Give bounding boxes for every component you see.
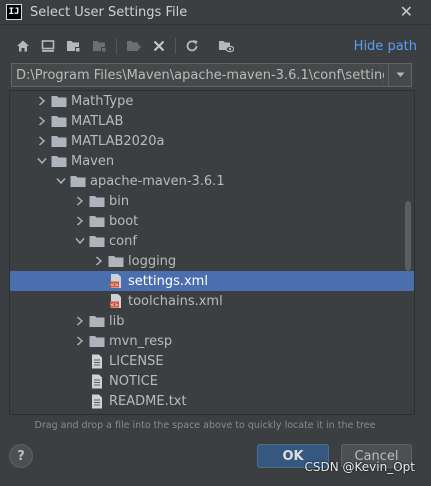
- xml-file-icon: <>: [107, 271, 125, 291]
- text-file-icon: [88, 391, 106, 411]
- tree-folder-row[interactable]: apache-maven-3.6.1: [10, 171, 414, 191]
- tree-item-label: settings.xml: [128, 273, 208, 289]
- tree-file-row[interactable]: NOTICE: [10, 371, 414, 391]
- toolbar-separator: [175, 38, 176, 54]
- chevron-right-icon[interactable]: [72, 331, 88, 351]
- show-hidden-icon[interactable]: [217, 37, 235, 55]
- tree-file-row[interactable]: LICENSE: [10, 351, 414, 371]
- tree-item-label: MATLAB2020a: [71, 133, 165, 149]
- desktop-icon[interactable]: [39, 37, 57, 55]
- toolbar-separator: [116, 38, 117, 54]
- tree-folder-row[interactable]: conf: [10, 231, 414, 251]
- folder-icon: [50, 131, 68, 151]
- folder-icon: [88, 191, 106, 211]
- tree-item-label: README.txt: [109, 393, 187, 409]
- chevron-down-icon[interactable]: [34, 151, 50, 171]
- folder-icon: [88, 231, 106, 251]
- chevron-down-icon[interactable]: [72, 231, 88, 251]
- csdn-watermark: CSDN @Kevin_Opt: [304, 460, 416, 474]
- tree-file-row[interactable]: <> settings.xml: [10, 271, 414, 291]
- tree-folder-row[interactable]: boot: [10, 211, 414, 231]
- tree-item-label: toolchains.xml: [128, 293, 223, 309]
- tree-folder-row[interactable]: MathType: [10, 91, 414, 111]
- help-button[interactable]: ?: [9, 444, 33, 468]
- tree-folder-row[interactable]: logging: [10, 251, 414, 271]
- folder-icon: [50, 111, 68, 131]
- new-folder-icon[interactable]: [124, 37, 142, 55]
- tree-folder-row[interactable]: mvn_resp: [10, 331, 414, 351]
- home-icon[interactable]: [14, 37, 32, 55]
- chevron-down-icon[interactable]: [53, 171, 69, 191]
- tree-item-label: LICENSE: [109, 353, 164, 369]
- svg-text:<>: <>: [110, 302, 118, 308]
- tree-item-label: conf: [109, 233, 137, 249]
- tree-item-label: Maven: [71, 153, 115, 169]
- folder-icon: [50, 91, 68, 111]
- delete-icon[interactable]: [150, 37, 168, 55]
- tree-item-label: MathType: [71, 93, 134, 109]
- title-bar: IJ Select User Settings File ✕: [0, 0, 431, 25]
- tree-folder-row[interactable]: MATLAB: [10, 111, 414, 131]
- xml-file-icon: <>: [107, 291, 125, 311]
- chevron-right-icon[interactable]: [34, 111, 50, 131]
- chevron-right-icon[interactable]: [72, 211, 88, 231]
- path-combobox[interactable]: [11, 63, 412, 87]
- tree-item-label: boot: [109, 213, 139, 229]
- chevron-right-icon[interactable]: [34, 91, 50, 111]
- tree-item-label: mvn_resp: [109, 333, 173, 349]
- tree-item-label: logging: [128, 253, 177, 269]
- drag-drop-hint: Drag and drop a file into the space abov…: [34, 420, 376, 431]
- svg-text:<>: <>: [110, 282, 118, 288]
- file-tree[interactable]: README.txt NOTICE LICENSE mvn_resp lib <> tool…: [9, 90, 415, 415]
- folder-icon: [69, 171, 87, 191]
- toolbar: Hide path: [0, 34, 431, 58]
- intellij-icon: IJ: [6, 4, 22, 20]
- folder-icon: [50, 151, 68, 171]
- tree-file-row[interactable]: README.txt: [10, 391, 414, 411]
- chevron-right-icon[interactable]: [72, 191, 88, 211]
- hide-path-link[interactable]: Hide path: [354, 39, 417, 54]
- text-file-icon: [88, 351, 106, 371]
- close-icon[interactable]: ✕: [400, 2, 413, 21]
- tree-folder-row[interactable]: lib: [10, 311, 414, 331]
- refresh-icon[interactable]: [183, 37, 201, 55]
- chevron-right-icon[interactable]: [34, 131, 50, 151]
- dialog-title: Select User Settings File: [30, 4, 188, 20]
- tree-item-label: apache-maven-3.6.1: [90, 173, 225, 189]
- chevron-right-icon[interactable]: [72, 311, 88, 331]
- tree-scrollbar[interactable]: [405, 201, 411, 271]
- select-settings-dialog: IJ Select User Settings File ✕ Hide path…: [0, 0, 431, 486]
- module-icon[interactable]: [90, 37, 108, 55]
- folder-icon: [88, 311, 106, 331]
- tree-file-row[interactable]: <> toolchains.xml: [10, 291, 414, 311]
- tree-item-label: bin: [109, 193, 130, 209]
- chevron-down-icon[interactable]: [388, 64, 411, 86]
- tree-item-label: NOTICE: [109, 373, 159, 389]
- tree-folder-row[interactable]: Maven: [10, 151, 414, 171]
- text-file-icon: [88, 371, 106, 391]
- chevron-right-icon[interactable]: [91, 251, 107, 271]
- tree-item-label: lib: [109, 313, 125, 329]
- project-icon[interactable]: [64, 37, 82, 55]
- folder-icon: [88, 211, 106, 231]
- folder-icon: [107, 251, 125, 271]
- tree-folder-row[interactable]: bin: [10, 191, 414, 211]
- path-input[interactable]: [12, 64, 388, 86]
- tree-folder-row[interactable]: MATLAB2020a: [10, 131, 414, 151]
- tree-item-label: MATLAB: [71, 113, 124, 129]
- folder-icon: [88, 331, 106, 351]
